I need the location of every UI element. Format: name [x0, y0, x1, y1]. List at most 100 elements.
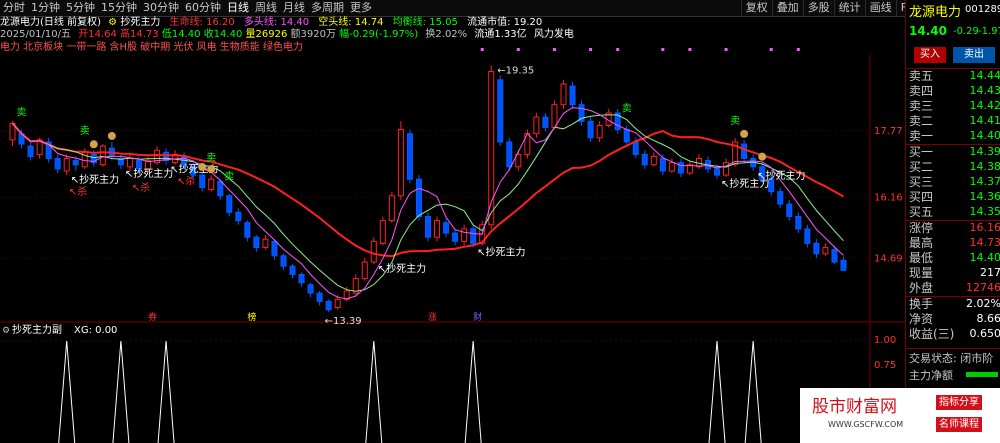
period-tab-1[interactable]: 1分钟: [28, 0, 63, 16]
candle-body[interactable]: [822, 247, 829, 255]
money-bag-icon: [740, 129, 749, 138]
signal-dot: [616, 48, 620, 51]
period-tab-9[interactable]: 多周期: [308, 0, 347, 16]
signal-label: ↖抄死主力: [477, 246, 525, 259]
candle-body[interactable]: [542, 116, 549, 128]
candle-body[interactable]: [668, 162, 675, 172]
toolbar-button-0[interactable]: 复权: [740, 0, 772, 16]
candle-body[interactable]: [497, 79, 504, 143]
kline-chart-area[interactable]: 17.77 16.16 14.69 ←19.35 ←13.39 ↖抄死主力 ↖抄死主力 ↖抄死…: [0, 0, 905, 443]
candle-body[interactable]: [298, 273, 305, 284]
period-tab-2[interactable]: 5分钟: [63, 0, 98, 16]
period-tab-3[interactable]: 15分钟: [98, 0, 140, 16]
toolbar-button-2[interactable]: 多股: [802, 0, 834, 16]
candle-body[interactable]: [641, 153, 648, 166]
candle-body[interactable]: [271, 240, 278, 257]
candle-body[interactable]: [235, 211, 242, 222]
float-shares: 流通1.33亿: [474, 29, 527, 40]
candle-body[interactable]: [659, 158, 666, 172]
candle-body[interactable]: [452, 232, 459, 242]
candle-body[interactable]: [253, 236, 260, 249]
candle-body[interactable]: [54, 158, 61, 170]
candle-body[interactable]: [786, 203, 793, 217]
candle-body[interactable]: [280, 255, 287, 267]
candle-body[interactable]: [262, 238, 269, 249]
candle-body[interactable]: [406, 133, 413, 180]
period-tab-0[interactable]: 分时: [0, 0, 28, 16]
xg-spike: [112, 340, 130, 443]
candle-body[interactable]: [623, 129, 630, 143]
candle-body[interactable]: [723, 162, 730, 176]
candle-body[interactable]: [316, 292, 323, 302]
candle-body[interactable]: [361, 261, 368, 280]
candle-body[interactable]: [27, 145, 34, 157]
candle-body[interactable]: [677, 162, 684, 174]
candle-body[interactable]: [443, 222, 450, 234]
period-tab-7[interactable]: 周线: [252, 0, 280, 16]
candle-body[interactable]: [415, 178, 422, 217]
candle-body[interactable]: [334, 298, 341, 309]
candle-body[interactable]: [813, 242, 820, 255]
toolbar-button-4[interactable]: 画线: [864, 0, 896, 16]
candle-body[interactable]: [370, 240, 377, 263]
candle-body[interactable]: [741, 143, 748, 160]
candle-body[interactable]: [63, 158, 70, 172]
gear-icon[interactable]: ⚙: [108, 17, 117, 28]
sell-button[interactable]: 卖出: [953, 47, 995, 63]
signal-dot: [769, 48, 773, 51]
period-tab-8[interactable]: 月线: [280, 0, 308, 16]
event-mark: 财: [473, 311, 482, 323]
candle-body[interactable]: [632, 141, 639, 155]
candle-body[interactable]: [425, 215, 431, 238]
concept-tags[interactable]: 电力 北京板块 一带一路 含H股 破中期 光伏 风电 生物质能 绿色电力: [0, 42, 303, 53]
candle-body[interactable]: [470, 228, 477, 244]
toolbar-button-1[interactable]: 叠加: [771, 0, 803, 16]
candle-body[interactable]: [804, 228, 811, 244]
candle-body[interactable]: [388, 195, 395, 222]
candle-body[interactable]: [135, 160, 142, 170]
candle-body[interactable]: [506, 141, 513, 168]
candle-body[interactable]: [307, 284, 314, 294]
candle-body[interactable]: [596, 124, 603, 139]
price-change-pct: -1.97%: [978, 26, 1000, 37]
candle-body[interactable]: [325, 300, 332, 311]
candle-body[interactable]: [226, 195, 233, 213]
candle-body[interactable]: [650, 155, 657, 166]
candle-body[interactable]: [795, 215, 802, 230]
candle-body[interactable]: [533, 116, 540, 135]
candle-body[interactable]: [199, 174, 206, 188]
candle-body[interactable]: [831, 249, 838, 263]
toolbar-button-3[interactable]: 统计: [833, 0, 865, 16]
candle-body[interactable]: [397, 129, 404, 197]
period-tab-5[interactable]: 60分钟: [182, 0, 224, 16]
watermark-title: 股市财富网: [812, 397, 897, 417]
balance-line-value: 15.05: [429, 17, 458, 28]
candle-body[interactable]: [840, 259, 847, 271]
period-tab-10[interactable]: 更多: [347, 0, 375, 16]
candle-body[interactable]: [289, 265, 296, 275]
candle-body[interactable]: [72, 160, 79, 166]
candle-body[interactable]: [244, 222, 251, 238]
high-price-label: ←19.35: [497, 65, 534, 76]
toolbar: 分时 1分钟 5分钟 15分钟 30分钟 60分钟 日线 周线 月线 多周期 更多 复权 叠加 多股 统计…: [0, 0, 1000, 17]
stat2-row[interactable]: 收益(三) 0.650: [909, 325, 1000, 343]
candle-body[interactable]: [560, 83, 567, 106]
candle-body[interactable]: [587, 120, 594, 139]
buy-button[interactable]: 买入: [914, 47, 946, 63]
period-tab-4[interactable]: 30分钟: [140, 0, 182, 16]
candle-body[interactable]: [208, 178, 215, 191]
candle-body[interactable]: [714, 168, 721, 176]
candle-body[interactable]: [434, 220, 441, 238]
candle-body[interactable]: [217, 180, 224, 197]
kline-chart-svg[interactable]: 17.77 16.16 14.69 ←19.35 ←13.39 ↖抄死主力 ↖抄死主力 ↖抄死…: [0, 0, 905, 443]
main-net-label: 主力净额: [909, 369, 953, 382]
indicator-name[interactable]: 抄死主力: [120, 17, 160, 28]
main-net-bar: [966, 372, 998, 377]
candle-body[interactable]: [99, 145, 106, 166]
candle-body[interactable]: [126, 158, 133, 168]
candle-body[interactable]: [777, 191, 784, 205]
candle-body[interactable]: [569, 85, 576, 106]
period-tab-6[interactable]: 日线: [224, 0, 252, 16]
candle-body[interactable]: [379, 220, 386, 244]
candle-body[interactable]: [461, 228, 468, 242]
